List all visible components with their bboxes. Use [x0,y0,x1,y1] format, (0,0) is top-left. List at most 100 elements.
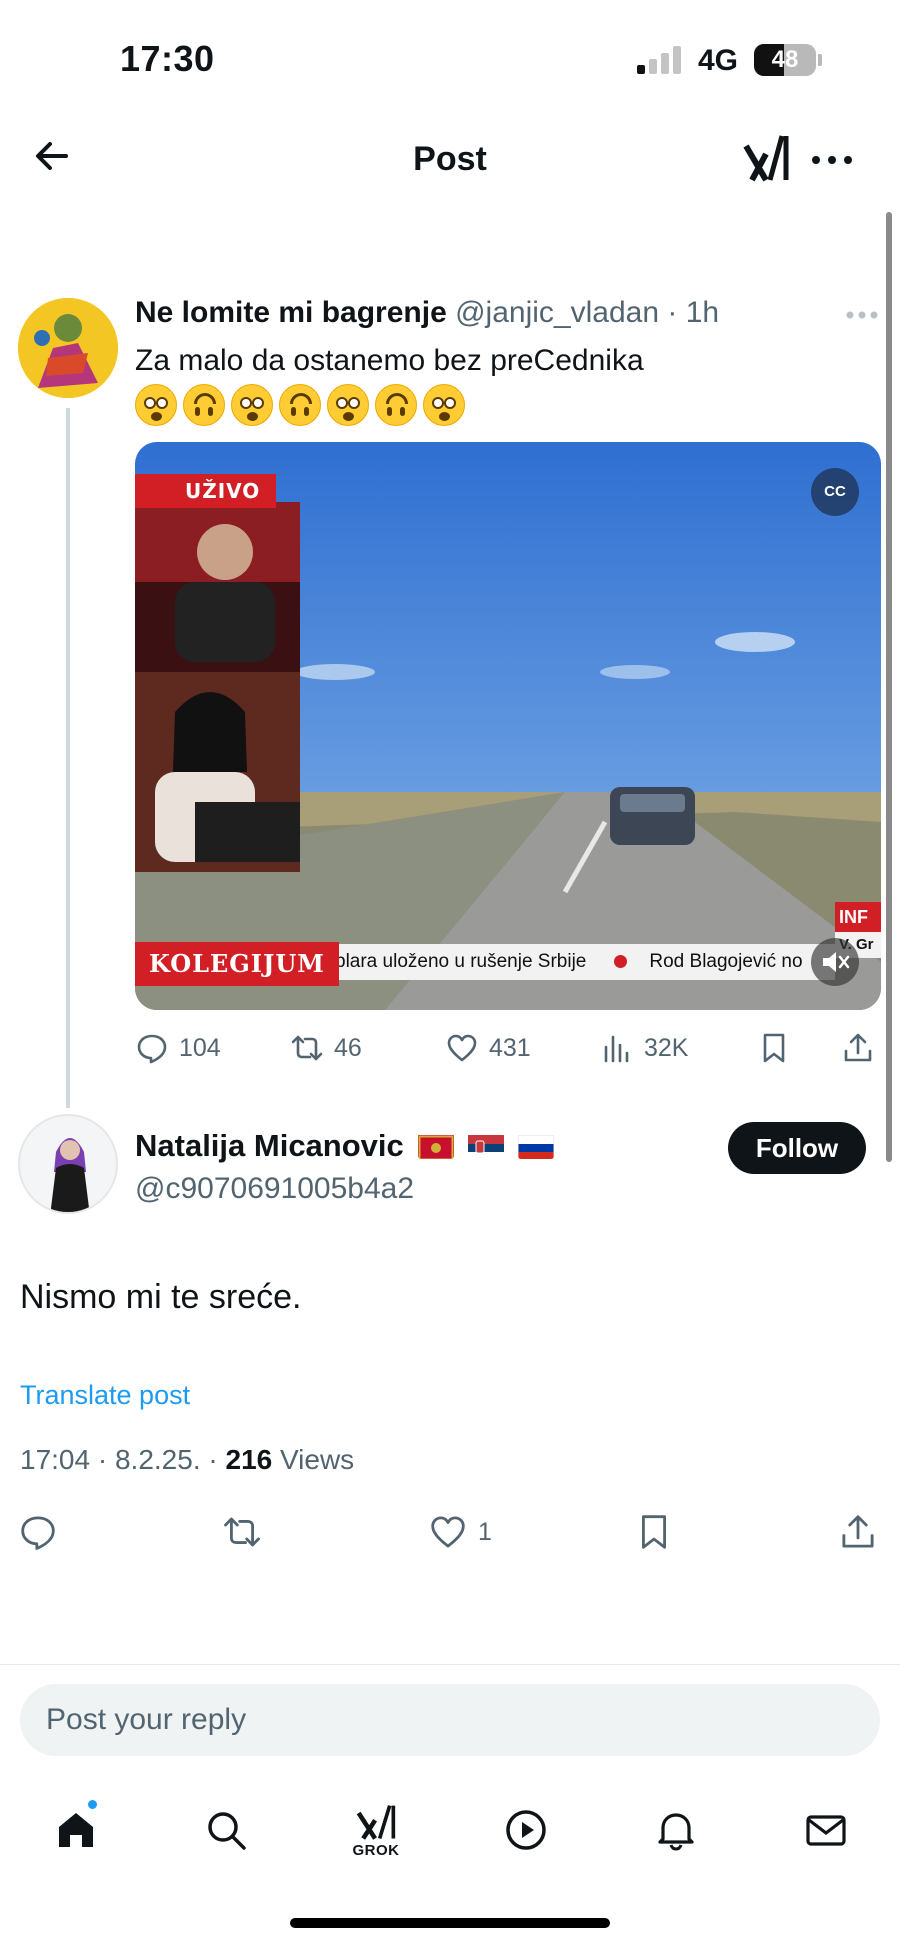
upside-down-face-icon [279,384,321,426]
grok-logo-button[interactable] [742,132,790,186]
divider [0,1664,900,1665]
reply-post-actions: 1 [0,1508,900,1560]
views-label: Views [280,1444,355,1475]
like-count: 1 [478,1517,492,1546]
scrollbar[interactable] [886,212,892,1162]
closed-captions-button[interactable]: CC [811,468,859,516]
search-icon [208,1812,246,1850]
comment-icon [21,1516,55,1550]
bookmark-button[interactable] [757,1024,791,1072]
post-date: 8.2.25. [114,1444,201,1475]
share-icon [844,1033,872,1062]
home-indicator[interactable] [290,1918,610,1928]
reply-author-line: Natalija Micanovic [135,1128,554,1164]
speaker-muted-icon [823,952,850,972]
share-icon [842,1515,874,1548]
repost-button[interactable] [222,1508,262,1556]
emoji-row [135,384,465,432]
battery-icon: 48 [754,44,816,76]
follow-button[interactable]: Follow [728,1122,866,1174]
upside-down-face-icon [375,384,417,426]
battery-cap [818,54,822,66]
post-time: 1h [685,296,720,329]
heart-icon [431,1516,465,1548]
repost-count: 46 [334,1033,362,1062]
flushed-face-icon [135,384,177,426]
flushed-face-icon [327,384,369,426]
avatar-image [18,298,118,398]
more-options-button[interactable] [808,150,856,170]
share-button[interactable] [838,1508,878,1556]
post-author-line: Ne lomite mi bagrenje @janjic_vladan · 1… [135,296,835,336]
show-logo: KOLEGIJUM [135,942,339,986]
heart-icon [447,1034,477,1062]
video-frame [135,442,881,1010]
flushed-face-icon [423,384,465,426]
post-time: 17:04 [20,1444,91,1475]
avatar-image [20,1116,116,1212]
live-badge: UŽIVO [135,474,277,508]
reply-input[interactable] [20,1684,880,1756]
status-time: 17:30 [120,38,215,79]
serbia-flag-icon [467,1133,504,1159]
nav-notifications[interactable] [636,1790,716,1870]
repost-button[interactable]: 46 [290,1024,362,1072]
video-player[interactable]: UŽIVO CC plara uloženo u rušenje Srbije R… [135,442,881,1010]
envelope-icon [806,1815,846,1846]
status-bar: 17:30 4G 48 [0,0,900,120]
post-text: Za malo da ostanemo bez preCednika [135,344,644,377]
home-icon [59,1813,93,1847]
comment-icon [137,1034,167,1064]
more-horizontal-icon [846,311,878,319]
montenegro-flag-icon [417,1133,454,1159]
reply-count: 104 [179,1033,221,1062]
ticker-separator-dot [614,955,628,969]
share-button[interactable] [841,1024,875,1072]
avatar[interactable] [18,298,118,398]
views-button[interactable]: 32K [600,1024,688,1072]
post-text: Nismo mi te sreće. [20,1278,302,1316]
nav-videos[interactable] [486,1790,566,1870]
ticker-text: plara uloženo u rušenje Srbije [335,951,587,972]
network-type: 4G [698,44,739,77]
views-count: 216 [225,1444,273,1475]
nav-home[interactable] [36,1790,116,1870]
notification-dot [86,1798,99,1811]
thread-connector-line [66,408,70,1108]
grok-label: GROK [352,1841,400,1859]
mute-button[interactable] [811,938,859,986]
separator-dot: · [667,296,678,329]
author-name[interactable]: Natalija Micanovic [135,1128,404,1164]
translate-post-link[interactable]: Translate post [20,1380,190,1411]
post-actions: 104 46 431 32K [135,1024,881,1072]
bar-chart-icon [604,1035,629,1063]
author-handle[interactable]: @janjic_vladan [455,296,659,329]
reply-button[interactable] [18,1508,58,1556]
battery-level: 48 [771,46,799,73]
author-name[interactable]: Ne lomite mi bagrenje [135,296,447,329]
more-horizontal-icon [812,156,852,164]
reply-button[interactable]: 104 [135,1024,221,1072]
bottom-navigation: GROK [0,1790,900,1890]
like-count: 431 [489,1033,531,1062]
like-button[interactable]: 431 [445,1024,531,1072]
nav-search[interactable] [186,1790,266,1870]
russia-flag-icon [517,1133,554,1159]
avatar[interactable] [18,1114,118,1214]
flushed-face-icon [231,384,273,426]
nav-grok[interactable]: GROK [336,1790,416,1870]
grok-icon [356,1804,396,1840]
nav-messages[interactable] [786,1790,866,1870]
author-handle[interactable]: @c9070691005b4a2 [135,1172,414,1206]
cellular-signal-icon [637,46,683,74]
bookmark-icon [642,1515,666,1549]
post-metadata: 17:04 · 8.2.25. · 216 Views [20,1444,354,1476]
views-count: 32K [644,1033,689,1062]
separator-dot: · [208,1444,218,1475]
bookmark-button[interactable] [634,1508,674,1556]
grok-logo-icon [743,135,789,182]
like-button[interactable]: 1 [428,1508,492,1556]
repost-icon [224,1517,260,1547]
post-more-button[interactable] [842,300,882,330]
ticker-text: Rod Blagojević no [649,951,803,972]
